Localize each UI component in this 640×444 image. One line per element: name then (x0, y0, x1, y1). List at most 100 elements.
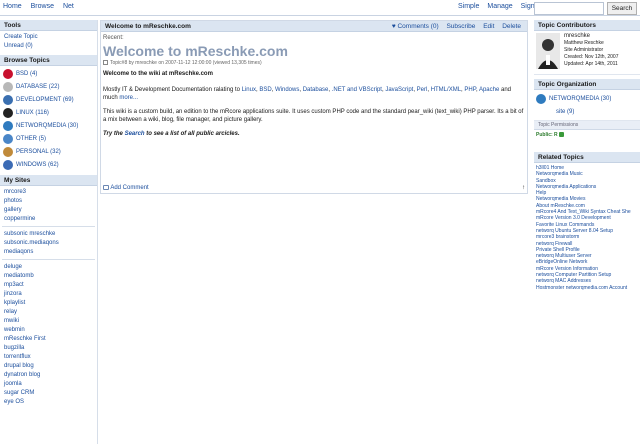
site-link[interactable]: kplaylist (0, 299, 97, 308)
post-paragraph-2: This wiki is a custom build, an edition … (103, 109, 524, 123)
site-link[interactable]: mediaqons (0, 248, 97, 257)
site-link[interactable]: torrentflux (0, 353, 97, 362)
category-label: DEVELOPMENT (69) (16, 96, 74, 103)
site-link[interactable]: drupal blog (0, 362, 97, 371)
topic-keyword-link[interactable]: BSD (259, 87, 271, 93)
category-item[interactable]: WINDOWS (62) (0, 158, 97, 171)
category-label: WINDOWS (62) (16, 161, 59, 168)
permission-text: Public: R (536, 132, 558, 138)
site-link[interactable]: mReschke First (0, 335, 97, 344)
category-item[interactable]: OTHER (5) (0, 132, 97, 145)
topic-keyword-link[interactable]: Database (303, 87, 329, 93)
nav-net-link[interactable]: Net (63, 3, 74, 10)
contributor-role: Site Administrator (564, 47, 604, 53)
nav-home-link[interactable]: Home (3, 3, 22, 10)
create-topic-link[interactable]: Create Topic (0, 33, 97, 42)
development-icon (3, 94, 13, 105)
tux-icon (3, 107, 13, 118)
avatar (536, 33, 560, 69)
category-item[interactable]: DEVELOPMENT (69) (0, 93, 97, 106)
contributor-fullname: Matthew Reschke (564, 40, 604, 46)
site-link[interactable]: mrcore3 (0, 188, 97, 197)
topic-keyword-link[interactable]: JavaScript (385, 87, 413, 93)
org-category-row[interactable]: NETWORQMEDIA (30) (536, 93, 638, 105)
site-link[interactable]: mediatomb (0, 272, 97, 281)
right-sidebar: Topic Contributors mreschke Matthew Resc… (534, 20, 640, 444)
category-label: BSD (4) (16, 70, 38, 77)
category-item[interactable]: DATABASE (22) (0, 80, 97, 93)
category-label: LINUX (116) (16, 109, 49, 116)
add-comment-label: Add Comment (110, 185, 149, 191)
site-link[interactable]: deluge (0, 263, 97, 272)
search-input[interactable] (534, 2, 604, 15)
contributor-info: mreschke Matthew Reschke Site Administra… (564, 33, 618, 72)
topic-keyword-link[interactable]: Perl (417, 87, 428, 93)
category-item[interactable]: PERSONAL (32) (0, 145, 97, 158)
topic-keyword-link[interactable]: .NET and VBScript (332, 87, 382, 93)
search-link[interactable]: Search (125, 131, 145, 137)
post-meta: Topic#8 by mreschke on 2007-11-12 12:00:… (101, 60, 527, 66)
browse-topics-header: Browse Topics (0, 55, 97, 66)
unread-link[interactable]: Unread (0) (0, 42, 97, 51)
sites-group-a: mrcore3 photos gallery coppermine (0, 186, 97, 224)
category-item[interactable]: NETWORQMEDIA (30) (0, 119, 97, 132)
topic-actions: ♥ Comments (0) Subscribe Edit Delete (392, 21, 527, 31)
org-site-link[interactable]: site (9) (536, 109, 638, 118)
other-icon (3, 133, 13, 144)
topic-keyword-link[interactable]: Apache (479, 87, 499, 93)
site-link[interactable]: photos (0, 197, 97, 206)
organization-box: NETWORQMEDIA (30) site (9) (534, 90, 640, 121)
left-sidebar: Tools Create Topic Unread (0) Browse Top… (0, 20, 98, 444)
nav-browse-link[interactable]: Browse (31, 3, 54, 10)
org-category-link[interactable]: NETWORQMEDIA (30) (549, 96, 611, 102)
site-link[interactable]: jinzora (0, 290, 97, 299)
site-link[interactable]: eye OS (0, 398, 97, 407)
site-link[interactable]: mwiki (0, 317, 97, 326)
site-link[interactable]: subsonic mreschke (0, 230, 97, 239)
main-content: Welcome to mReschke.com ♥ Comments (0) S… (100, 20, 528, 194)
nav-simple-link[interactable]: Simple (458, 3, 479, 10)
windows-icon (3, 159, 13, 170)
subscribe-link[interactable]: Subscribe (446, 23, 475, 30)
topic-keyword-link[interactable]: Linux (242, 87, 256, 93)
comment-icon (103, 184, 109, 190)
related-topics-list: h3ll01 Home Networqmedia Music Sandbox Netw… (534, 163, 640, 291)
contributor-username[interactable]: mreschke (564, 33, 618, 40)
comments-link[interactable]: ♥ Comments (0) (392, 23, 439, 30)
site-link[interactable]: sugar CRM (0, 389, 97, 398)
related-topic-link[interactable]: Hostmonster networqmedia.com Account (534, 285, 640, 291)
related-topics-header: Related Topics (534, 152, 640, 163)
contributor-card: mreschke Matthew Reschke Site Administra… (534, 31, 640, 75)
category-list: BSD (4) DATABASE (22) DEVELOPMENT (69) LINU… (0, 66, 97, 171)
globe-icon (3, 120, 13, 131)
delete-link[interactable]: Delete (502, 23, 521, 30)
more-link[interactable]: more... (119, 95, 138, 101)
site-link[interactable]: relay (0, 308, 97, 317)
sites-group-c: deluge mediatomb mp3act jinzora kplaylist rel… (0, 263, 97, 407)
top-bar: Home Browse Net Simple Manage Sign Out S… (0, 0, 640, 16)
topic-keyword-link[interactable]: Windows (275, 87, 299, 93)
site-link[interactable]: coppermine (0, 215, 97, 224)
site-link[interactable]: dynatron blog (0, 371, 97, 380)
nav-manage-link[interactable]: Manage (487, 3, 512, 10)
edit-link[interactable]: Edit (483, 23, 494, 30)
sites-group-b: subsonic mreschke subsonic.mediaqons media… (0, 230, 97, 257)
site-link[interactable]: mp3act (0, 281, 97, 290)
scroll-top-arrow-icon[interactable]: ↑ (522, 185, 525, 191)
category-item[interactable]: LINUX (116) (0, 106, 97, 119)
site-link[interactable]: joomla (0, 380, 97, 389)
category-item[interactable]: BSD (4) (0, 67, 97, 80)
p1-text: Mostly IT & Development Documentation ra… (103, 87, 242, 93)
add-comment-link[interactable]: Add Comment (103, 184, 149, 191)
search-button[interactable]: Search (607, 2, 637, 15)
site-link[interactable]: subsonic.mediaqons (0, 239, 97, 248)
p3-before: Try the (103, 131, 125, 137)
top-nav-left: Home Browse Net (3, 3, 81, 10)
topic-keyword-link[interactable]: HTML/XML (431, 87, 461, 93)
site-link[interactable]: webmin (0, 326, 97, 335)
site-link[interactable]: gallery (0, 206, 97, 215)
site-link[interactable]: bugzilla (0, 344, 97, 353)
post-paragraph-3: Try the Search to see a list of all publ… (101, 130, 527, 138)
contributor-updated: Updated: Apr 14th, 2011 (564, 61, 618, 67)
topic-keyword-link[interactable]: PHP (464, 87, 476, 93)
